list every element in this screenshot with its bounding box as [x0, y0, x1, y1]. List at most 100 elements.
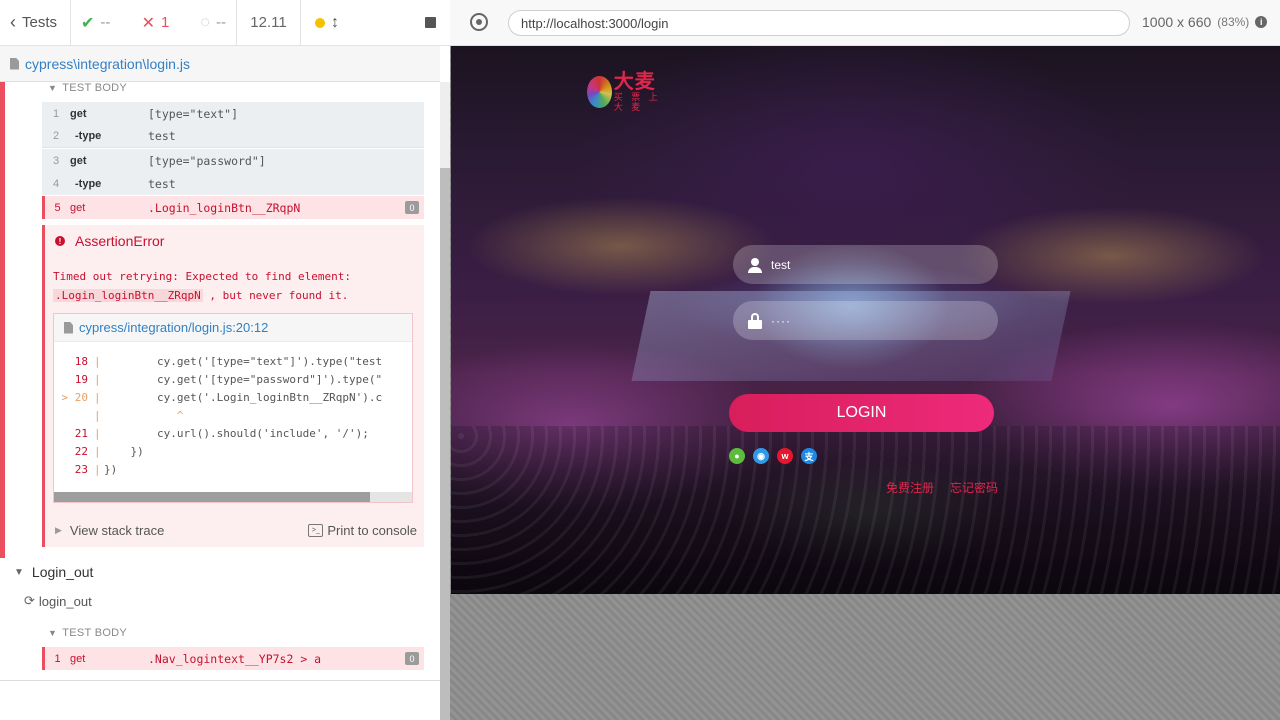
password-input[interactable]: ···· — [771, 314, 791, 328]
element-count-badge: 0 — [405, 652, 419, 665]
command-name: -type — [75, 177, 102, 190]
tests-button[interactable]: ‹ Tests — [0, 0, 71, 45]
line-number: 21 — [74, 426, 88, 440]
command-number: 2 — [52, 130, 60, 142]
command-message: test — [148, 176, 176, 191]
failed-test-indicator — [0, 82, 5, 558]
info-icon[interactable]: i — [1255, 16, 1268, 28]
logo-text: 大麦 买 票 上 大 麦 — [614, 72, 677, 112]
code-line: 21 | cy.url().should('include', '/'); — [54, 424, 412, 442]
error-message-text: Timed out retrying: Expected to find ele… — [53, 270, 352, 283]
line-number: 19 — [74, 372, 88, 386]
view-stack-trace-button[interactable]: ▶ View stack trace — [55, 523, 164, 538]
reporter-scroll-thumb[interactable] — [440, 168, 450, 720]
line-number: 23 — [74, 462, 88, 476]
tests-label: Tests — [22, 14, 58, 31]
command-number: 1 — [52, 107, 60, 120]
caret-down-icon: ▼ — [48, 628, 58, 638]
line-number: 22 — [74, 444, 88, 458]
logo-title: 大麦 — [613, 71, 656, 93]
user-icon — [747, 257, 763, 273]
line-source: cy.get('[type="text"]').type("test — [104, 354, 383, 368]
selector-playground-icon[interactable] — [470, 13, 488, 31]
command-row[interactable]: 1 get [type="text"] — [42, 102, 424, 125]
line-gutter: | — [94, 462, 101, 476]
auto-scroll-status-icon[interactable] — [315, 17, 325, 28]
code-frame-file-link[interactable]: cypress/integration/login.js:20:12 — [79, 320, 268, 335]
test-body-header[interactable]: ▼ TEST BODY — [48, 627, 127, 639]
refresh-icon: ⟳ — [24, 593, 35, 608]
login-links: 免费注册 忘记密码 — [886, 479, 998, 496]
url-bar[interactable]: http://localhost:3000/login — [508, 10, 1130, 36]
caret-down-icon: ▼ — [14, 566, 24, 578]
code-frame-header[interactable]: cypress/integration/login.js:20:12 — [54, 314, 412, 342]
view-stack-trace-label: View stack trace — [69, 523, 165, 538]
command-name: get — [70, 154, 87, 167]
code-frame: cypress/integration/login.js:20:12 18 | c… — [53, 313, 413, 503]
divider — [0, 680, 440, 681]
alipay-icon[interactable]: 支 — [801, 448, 817, 464]
line-gutter: | — [94, 372, 101, 386]
duration-value: 12.11 — [250, 14, 287, 31]
login-button[interactable]: LOGIN — [729, 394, 994, 432]
crowd-decoration — [451, 426, 1280, 594]
caret-right-icon: ▶ — [55, 525, 62, 535]
command-row[interactable]: 4 -type test — [42, 172, 424, 195]
error-title: ! AssertionError — [55, 233, 164, 249]
code-frame-scrollbar[interactable] — [54, 492, 412, 502]
command-message: [type="password"] — [148, 153, 266, 168]
passed-stat: ✔ -- — [81, 13, 110, 33]
suite-login-out[interactable]: ▼ Login_out — [14, 564, 93, 580]
wechat-icon[interactable]: ● — [729, 448, 745, 464]
damai-logo[interactable]: 大麦 买 票 上 大 麦 — [587, 70, 677, 114]
code-frame-scroll-thumb[interactable] — [54, 492, 370, 502]
username-field[interactable] — [733, 245, 998, 284]
qq-icon[interactable]: ◉ — [753, 448, 769, 464]
command-row-failed[interactable]: 5 get .Login_loginBtn__ZRqpN 0 — [42, 196, 424, 219]
error-icon: ! — [55, 236, 65, 246]
test-stats: ✔ -- ✕ 1 ◌ -- — [71, 0, 237, 45]
runnables: ▼ TEST BODY 1 get [type="text"] 2 -type … — [0, 82, 440, 680]
password-field[interactable]: ···· — [733, 301, 998, 340]
code-line: 18 | cy.get('[type="text"]').type("test — [54, 352, 412, 370]
command-number: 1 — [54, 652, 61, 665]
lock-icon — [747, 312, 763, 329]
weibo-icon[interactable]: w — [777, 448, 793, 464]
reporter-panel: ‹ Tests ✔ -- ✕ 1 ◌ -- 12.11 ↕ cypress\in… — [0, 0, 450, 720]
line-source: cy.get('[type="password"]').type(" — [104, 372, 383, 386]
line-source: }) — [104, 462, 118, 476]
command-name: get — [70, 201, 86, 214]
error-message-code: .Login_loginBtn__ZRqpN — [53, 289, 203, 302]
command-number: 4 — [52, 177, 60, 190]
viewport-info[interactable]: 1000 x 660 (83%) i — [1142, 14, 1268, 30]
test-login-out[interactable]: ⟳ login_out — [24, 593, 92, 609]
viewport-scale: (83%) — [1217, 15, 1250, 29]
command-number: 5 — [54, 201, 61, 214]
login-button-label: LOGIN — [836, 404, 887, 421]
line-gutter: | — [94, 444, 101, 458]
register-link[interactable]: 免费注册 — [886, 479, 934, 496]
test-title: login_out — [38, 593, 92, 609]
suite-title: Login_out — [31, 564, 94, 580]
username-input[interactable] — [771, 257, 971, 272]
stop-icon[interactable] — [425, 17, 436, 28]
command-row[interactable]: 3 get [type="password"] — [42, 149, 424, 172]
x-icon: ✕ — [141, 14, 155, 32]
command-row[interactable]: 2 -type test — [42, 125, 424, 148]
spec-path-bar[interactable]: cypress\integration\login.js — [0, 46, 440, 82]
reporter-scrollbar[interactable] — [440, 82, 450, 720]
forgot-password-link[interactable]: 忘记密码 — [950, 479, 998, 496]
auto-scroll-toggle-icon[interactable]: ↕ — [331, 14, 339, 32]
print-to-console-button[interactable]: >_ Print to console — [308, 523, 417, 538]
line-source: cy.url().should('include', '/'); — [104, 426, 369, 440]
passed-count: -- — [100, 14, 111, 31]
spec-path[interactable]: cypress\integration\login.js — [25, 56, 190, 72]
element-count-badge: 0 — [405, 201, 419, 214]
test-body-header[interactable]: ▼ TEST BODY — [48, 82, 127, 94]
command-name: -type — [75, 130, 102, 142]
line-gutter: | — [94, 426, 101, 440]
code-line: 19 | cy.get('[type="password"]').type(" — [54, 370, 412, 388]
check-icon: ✔ — [81, 14, 95, 32]
command-row-failed[interactable]: 1 get .Nav_logintext__YP7s2 > a 0 — [42, 647, 424, 670]
file-icon — [64, 321, 73, 334]
